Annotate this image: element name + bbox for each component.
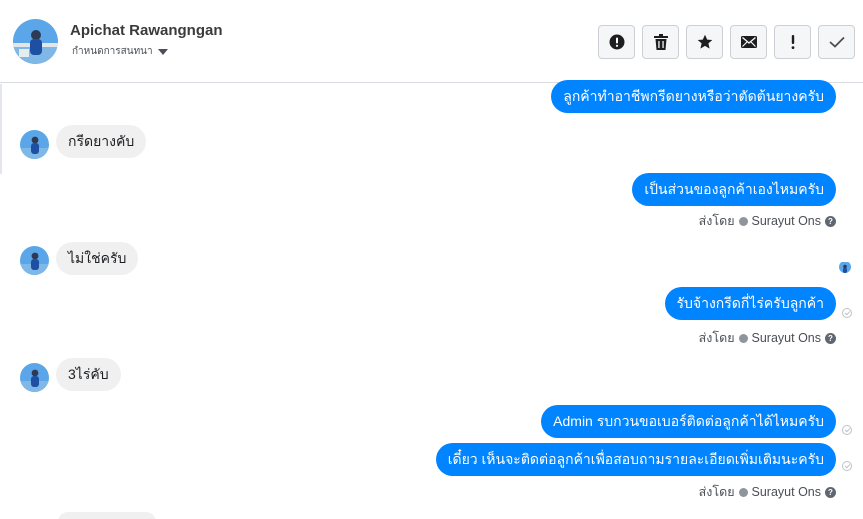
verified-icon bbox=[738, 216, 748, 226]
contact-avatar-small bbox=[20, 130, 49, 159]
contact-avatar-small bbox=[20, 246, 49, 275]
envelope-icon bbox=[740, 36, 757, 48]
alert-circle-icon bbox=[609, 34, 624, 50]
star-icon bbox=[697, 34, 712, 49]
message-outgoing[interactable]: เดี๋ยว เห็นจะติดต่อลูกค้าเพื่อสอบถามรายล… bbox=[435, 443, 836, 476]
sent-by-line: ส่งโดย Surayut Ons ? bbox=[699, 482, 836, 502]
message-incoming[interactable]: ไม่ใช่ครับ bbox=[56, 242, 139, 275]
exclamation-icon bbox=[791, 35, 794, 49]
verified-icon bbox=[738, 487, 748, 497]
star-button[interactable] bbox=[686, 25, 723, 59]
sent-by-line: ส่งโดย Surayut Ons ? bbox=[699, 211, 836, 231]
contact-avatar-small bbox=[20, 363, 49, 392]
message-outgoing[interactable]: เป็นส่วนของลูกค้าเองไหมครับ bbox=[632, 173, 836, 206]
assign-label: กำหนดการสนทนา bbox=[72, 46, 153, 57]
message-incoming-partial bbox=[58, 512, 156, 519]
help-icon[interactable]: ? bbox=[825, 332, 836, 344]
sent-by-agent[interactable]: Surayut Ons bbox=[752, 485, 821, 499]
message-outgoing[interactable]: รับจ้างกรีดกี่ไร่ครับลูกค้า bbox=[664, 287, 836, 320]
mark-unread-button[interactable] bbox=[730, 25, 767, 59]
seen-avatar-icon bbox=[839, 261, 851, 273]
checkmark-icon bbox=[828, 36, 845, 48]
delete-button[interactable] bbox=[642, 25, 679, 59]
delivered-icon bbox=[842, 461, 852, 471]
delivered-icon bbox=[842, 425, 852, 435]
assign-conversation-dropdown[interactable]: กำหนดการสนทนา bbox=[72, 44, 168, 59]
mark-spam-button[interactable] bbox=[598, 25, 635, 59]
contact-name[interactable]: Apichat Rawangngan bbox=[70, 22, 223, 39]
trash-icon bbox=[653, 34, 668, 50]
conversation-header: Apichat Rawangngan กำหนดการสนทนา bbox=[0, 0, 863, 83]
help-icon[interactable]: ? bbox=[825, 486, 836, 498]
sent-by-agent[interactable]: Surayut Ons bbox=[752, 214, 821, 228]
delivered-icon bbox=[842, 308, 852, 318]
message-outgoing[interactable]: Admin รบกวนขอเบอร์ติดต่อลูกค้าได้ไหมครับ bbox=[541, 405, 836, 438]
sent-by-agent[interactable]: Surayut Ons bbox=[752, 331, 821, 345]
conversation-toolbar bbox=[598, 25, 855, 59]
verified-icon bbox=[738, 333, 748, 343]
message-incoming[interactable]: 3ไร่คับ bbox=[56, 358, 121, 391]
follow-up-button[interactable] bbox=[774, 25, 811, 59]
help-icon[interactable]: ? bbox=[825, 215, 836, 227]
mark-done-button[interactable] bbox=[818, 25, 855, 59]
contact-avatar[interactable] bbox=[13, 19, 58, 64]
sent-by-prefix: ส่งโดย bbox=[698, 214, 735, 228]
sent-by-prefix: ส่งโดย bbox=[698, 485, 735, 499]
message-outgoing[interactable]: ลูกค้าทำอาชีพกรีดยางหรือว่าตัดต้นยางครับ bbox=[551, 80, 836, 113]
message-thread[interactable]: ลูกค้าทำอาชีพกรีดยางหรือว่าตัดต้นยางครับ… bbox=[0, 80, 863, 519]
message-incoming[interactable]: กรีดยางคับ bbox=[56, 125, 147, 158]
sent-by-prefix: ส่งโดย bbox=[698, 331, 735, 345]
sent-by-line: ส่งโดย Surayut Ons ? bbox=[699, 328, 836, 348]
messenger-conversation: Apichat Rawangngan กำหนดการสนทนา ลูกค้าท… bbox=[0, 0, 863, 519]
caret-down-icon bbox=[157, 48, 168, 55]
